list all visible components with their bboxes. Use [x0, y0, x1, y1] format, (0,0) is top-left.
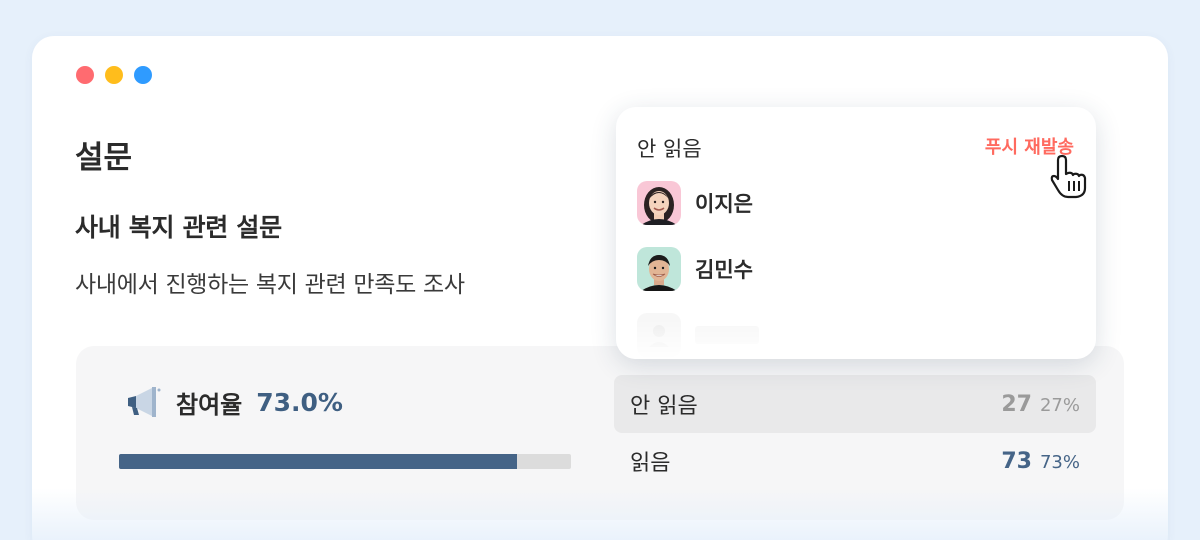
read-count-number: 73 [1001, 448, 1032, 474]
unread-user-item[interactable]: 이지은 [637, 181, 753, 225]
popup-list-fade [616, 319, 1096, 359]
user-name: 이지은 [695, 192, 753, 216]
participation-progress-bar [119, 454, 571, 469]
bottom-fade [32, 488, 1168, 540]
unread-count: 27 27% [1001, 392, 1080, 417]
avatar [637, 247, 681, 291]
read-count-percent: 73% [1039, 451, 1080, 473]
participation-label: 참여율 [176, 390, 243, 419]
unread-stat-row[interactable]: 안 읽음 27 27% [614, 375, 1096, 433]
page-title: 설문 [75, 140, 133, 176]
read-stat-row[interactable]: 읽음 73 73% [614, 432, 1096, 490]
survey-description: 사내에서 진행하는 복지 관련 만족도 조사 [75, 272, 465, 298]
megaphone-icon [128, 387, 161, 417]
hand-pointer-cursor-icon [1050, 154, 1087, 199]
unread-users-popup: 안 읽음 푸시 재발송 이지은 김민수 [616, 107, 1096, 359]
minimize-window-button[interactable] [105, 66, 123, 84]
unread-user-item[interactable]: 김민수 [637, 247, 753, 291]
unread-label: 안 읽음 [630, 394, 698, 419]
close-window-button[interactable] [76, 66, 94, 84]
window-controls [76, 66, 152, 84]
read-count: 73 73% [1001, 449, 1080, 474]
progress-fill [119, 454, 517, 469]
unread-count-percent: 27% [1039, 394, 1080, 416]
user-name: 김민수 [695, 258, 753, 282]
popup-title: 안 읽음 [637, 137, 702, 161]
participation-rate: 73.0% [256, 387, 343, 417]
read-label: 읽음 [630, 451, 671, 476]
unread-count-number: 27 [1001, 391, 1032, 417]
participation-summary: 참여율 73.0% [122, 384, 343, 420]
survey-title: 사내 복지 관련 설문 [75, 213, 282, 242]
maximize-window-button[interactable] [134, 66, 152, 84]
avatar [637, 181, 681, 225]
